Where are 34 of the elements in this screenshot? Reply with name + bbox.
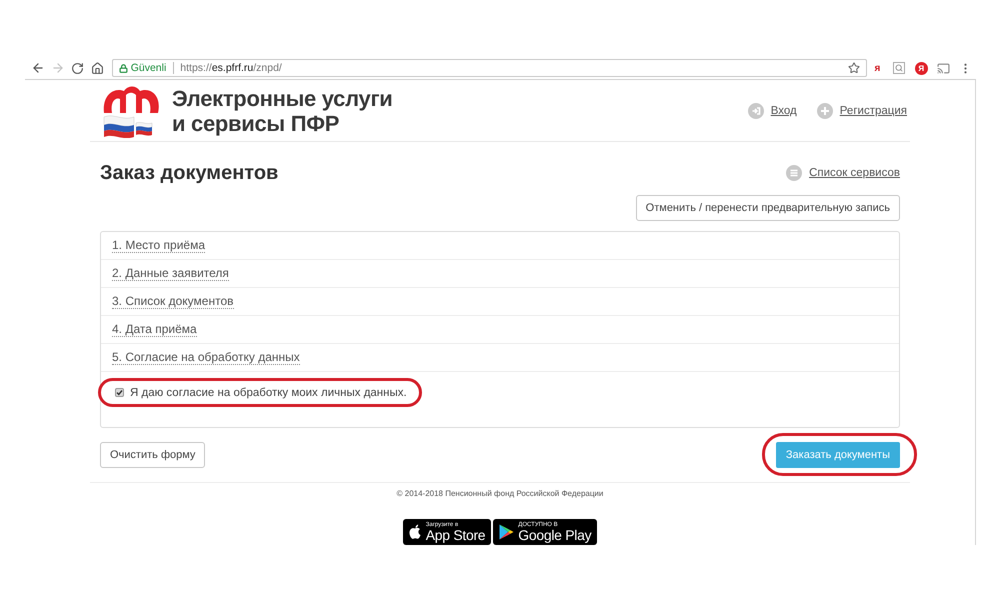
login-link[interactable]: Вход [748, 102, 797, 118]
consent-checkbox[interactable] [115, 388, 124, 397]
sign-in-icon [748, 102, 764, 118]
step-toggle[interactable]: 4. Дата приёма [112, 322, 197, 337]
bookmark-star-icon[interactable] [848, 62, 860, 74]
address-bar[interactable]: Güvenli https://es.pfrf.ru/znpd/ [112, 59, 866, 77]
plus-icon [816, 102, 833, 118]
badge-store-name: App Store [426, 528, 486, 542]
page-title: Заказ документов [100, 162, 278, 184]
clear-form-button[interactable]: Очистить форму [100, 442, 206, 468]
forward-arrow-icon [50, 61, 65, 75]
step-toggle[interactable]: 5. Согласие на обработку данных [112, 350, 300, 365]
extension-button[interactable]: я [866, 58, 888, 78]
step-toggle[interactable]: 1. Место приёма [112, 238, 205, 253]
cancel-appointment-button[interactable]: Отменить / перенести предварительную запись [636, 195, 900, 221]
list-icon [786, 165, 802, 181]
badge-store-name: Google Play [518, 528, 592, 542]
step-toggle[interactable]: 2. Данные заявителя [112, 266, 229, 281]
cast-icon [936, 62, 950, 74]
url-text: https://es.pfrf.ru/znpd/ [180, 62, 283, 74]
extension-button[interactable]: Я [910, 58, 932, 78]
step-toggle[interactable]: 3. Список документов [112, 294, 234, 309]
register-link[interactable]: Регистрация [816, 102, 907, 118]
home-icon [91, 62, 104, 74]
services-list-link[interactable]: Список сервисов [786, 165, 900, 181]
site-title: Электронные услуги и сервисы ПФР [172, 86, 393, 136]
copyright-text: © 2014-2018 Пенсионный фонд Российской Федерации [396, 489, 604, 498]
apple-icon [408, 524, 422, 540]
search-icon [893, 62, 906, 74]
security-label: Güvenli [130, 62, 166, 74]
play-triangle-icon [499, 524, 514, 540]
reload-icon [71, 62, 84, 74]
consent-label: Я даю согласие на обработку моих личных данных. [130, 386, 407, 398]
lock-icon [118, 64, 128, 72]
